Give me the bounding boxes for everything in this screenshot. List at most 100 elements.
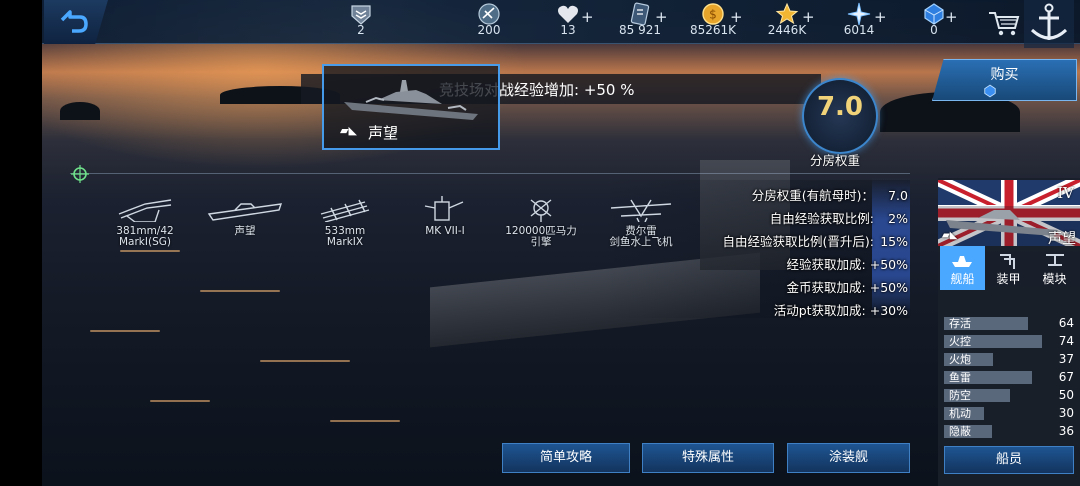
steering-value: 200 xyxy=(477,23,501,37)
stat-row-gold-bonus: 金币获取加成: +50% xyxy=(787,277,908,296)
crosshair-icon xyxy=(71,165,89,183)
ship-silhouette-icon xyxy=(344,80,478,120)
water-glint xyxy=(150,400,210,402)
skin-ship-button[interactable]: 涂装舰 xyxy=(787,443,910,473)
buy-button[interactable]: 购买 xyxy=(932,59,1077,101)
attribute-value: 37 xyxy=(1058,352,1074,366)
attribute-row: 火控 74 xyxy=(944,335,1080,349)
module-tab-icon xyxy=(1046,254,1064,266)
blue-gem-icon xyxy=(984,84,996,98)
attribute-row: 火炮 37 xyxy=(944,353,1080,367)
module-line-2: 剑鱼水上飞机 xyxy=(609,236,673,248)
tab-module-label: 模块 xyxy=(1042,272,1067,286)
attribute-value: 30 xyxy=(1058,406,1074,420)
water-glint xyxy=(120,250,180,252)
tab-armor[interactable]: 装甲 xyxy=(986,246,1031,290)
stat-label: 分房权重(有航母时)： xyxy=(751,188,875,203)
stat-row-exp-bonus: 经验获取加成: +50% xyxy=(787,254,908,273)
module-line-2: MarkIX xyxy=(326,236,364,248)
attribute-row: 鱼雷 67 xyxy=(944,371,1080,385)
attribute-row: 存活 64 xyxy=(944,317,1080,331)
attribute-value: 64 xyxy=(1058,316,1074,330)
special-attributes-button[interactable]: 特殊属性 xyxy=(642,443,774,473)
tab-ship[interactable]: 舰船 xyxy=(940,246,985,290)
rating-label: 分房权重 xyxy=(810,153,861,168)
attribute-label: 防空 xyxy=(949,389,971,402)
tab-module[interactable]: 模块 xyxy=(1032,246,1077,290)
ship-portrait-card[interactable]: ▰◣ 声望 xyxy=(322,64,500,150)
horizon-guide-line xyxy=(70,173,910,174)
stat-value: +30% xyxy=(869,303,908,318)
module-seaplane[interactable]: 费尔雷 剑鱼水上飞机 xyxy=(596,196,686,248)
ship-flag-portrait[interactable]: IV ▰◣ 声望 xyxy=(938,180,1080,246)
steering-resource[interactable]: 200 xyxy=(444,2,534,42)
module-line-2: 引擎 xyxy=(530,236,552,248)
crew-button[interactable]: 船员 xyxy=(944,446,1074,474)
stat-label: 经验获取加成: xyxy=(786,257,866,272)
module-engine[interactable]: 120000匹马力 引擎 xyxy=(496,196,586,248)
ship-tab-icon xyxy=(952,256,972,267)
rating-value: 7.0 xyxy=(816,92,864,122)
attribute-label: 鱼雷 xyxy=(949,371,971,384)
stat-row-event-pt-bonus: 活动pt获取加成: +30% xyxy=(774,300,908,319)
armor-tab-icon xyxy=(1000,254,1015,269)
attribute-row: 机动 30 xyxy=(944,407,1080,421)
attribute-label: 机动 xyxy=(949,407,971,420)
module-torpedo[interactable]: 533mm MarkIX xyxy=(300,196,390,248)
attribute-value: 36 xyxy=(1058,424,1074,438)
module-radar[interactable]: MK VII-I xyxy=(400,196,490,237)
secondary-ship-icon xyxy=(207,203,283,221)
gem-resource[interactable]: + 0 xyxy=(889,2,979,42)
module-hull[interactable]: 声望 xyxy=(200,196,290,237)
svg-text:$: $ xyxy=(709,8,717,22)
stat-value: +50% xyxy=(869,280,908,295)
left-rock xyxy=(60,102,100,120)
module-main-gun[interactable]: 381mm/42 MarkI(SG) xyxy=(100,196,190,248)
attribute-label: 火控 xyxy=(949,335,971,348)
attribute-label: 存活 xyxy=(949,317,971,330)
ship-tier-label: IV xyxy=(1057,184,1074,202)
simple-guide-button[interactable]: 简单攻略 xyxy=(502,443,630,473)
torpedo-icon xyxy=(320,199,370,223)
rating-badge: 7.0 xyxy=(802,78,878,154)
water-glint xyxy=(330,420,400,422)
sidepanel-tier-marker: ▰◣ xyxy=(942,230,958,241)
attribute-row: 防空 50 xyxy=(944,389,1080,403)
back-arrow-icon xyxy=(60,10,88,33)
attribute-value: 74 xyxy=(1058,334,1074,348)
tier-marker: ▰◣ xyxy=(340,124,357,137)
stat-value: 7.0 xyxy=(888,188,908,203)
attribute-value: 50 xyxy=(1058,388,1074,402)
water-glint xyxy=(260,360,350,362)
stat-label: 自由经验获取比例: xyxy=(769,211,875,226)
rank-resource[interactable]: 2 xyxy=(316,2,406,42)
anchor-emblem-icon[interactable] xyxy=(1024,0,1074,48)
stat-value: +50% xyxy=(869,257,908,272)
ship-card-name: 声望 xyxy=(368,124,399,142)
tab-ship-label: 舰船 xyxy=(950,272,975,286)
shop-cart-icon[interactable] xyxy=(986,8,1022,38)
water-glint xyxy=(90,330,160,332)
attribute-label: 隐蔽 xyxy=(949,425,971,438)
stat-row-room-weight: 分房权重(有航母时)： 7.0 xyxy=(752,185,908,204)
stat-label: 自由经验获取比例(晋升后): xyxy=(722,234,875,249)
buy-label: 购买 xyxy=(990,67,1019,83)
main-gun-icon xyxy=(118,199,172,223)
sidepanel-ship-name: 声望 xyxy=(1048,231,1076,246)
stat-row-free-exp-promoted: 自由经验获取比例(晋升后): 15% xyxy=(723,231,908,250)
radar-icon xyxy=(424,196,464,221)
attribute-row: 隐蔽 36 xyxy=(944,425,1080,439)
rank-value: 2 xyxy=(357,23,365,37)
engine-icon xyxy=(530,199,552,222)
attribute-value: 67 xyxy=(1058,370,1074,384)
attribute-label: 火炮 xyxy=(949,353,971,366)
stat-label: 金币获取加成: xyxy=(786,280,866,295)
left-letterbox xyxy=(0,0,42,486)
module-line-1: 声望 xyxy=(234,225,256,237)
module-line-2: MarkI(SG) xyxy=(119,236,171,248)
stat-value: 2% xyxy=(888,211,908,226)
stat-value: 15% xyxy=(880,234,908,249)
water-glint xyxy=(200,290,280,292)
seaplane-icon xyxy=(610,199,672,223)
tab-armor-label: 装甲 xyxy=(996,272,1021,286)
